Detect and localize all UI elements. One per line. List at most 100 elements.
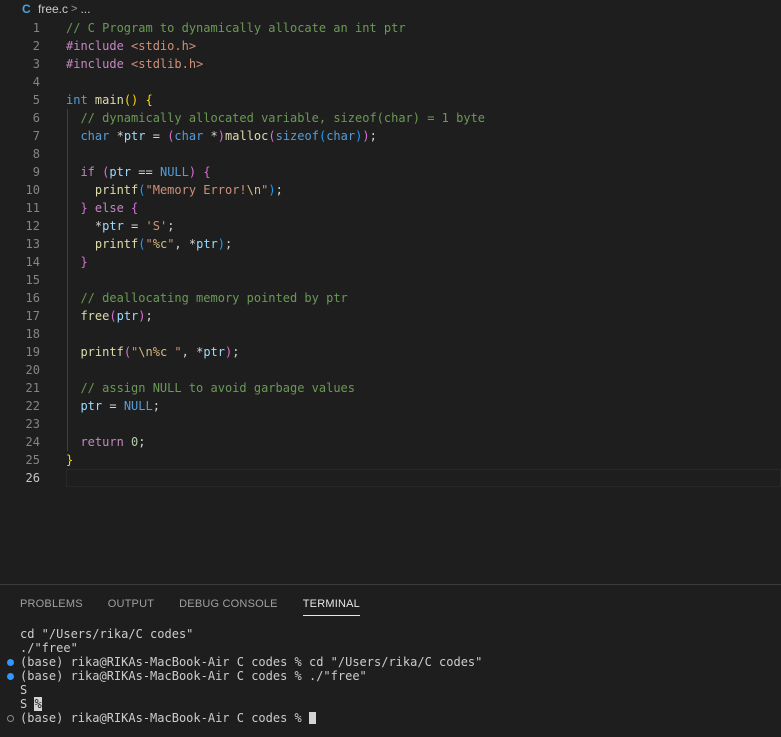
line-number: 13 <box>25 237 40 251</box>
command-pending-dot-icon[interactable] <box>7 715 14 722</box>
code-text: free(ptr); <box>66 307 152 325</box>
code-line[interactable]: 16 // deallocating memory pointed by ptr <box>0 289 781 307</box>
code-line[interactable]: 24 return 0; <box>0 433 781 451</box>
code-line[interactable]: 21 // assign NULL to avoid garbage value… <box>0 379 781 397</box>
code-token: } <box>66 453 74 467</box>
code-token: == <box>131 165 160 179</box>
code-token: ( <box>123 345 132 359</box>
code-editor[interactable]: 1 // C Program to dynamically allocate an… <box>0 19 781 584</box>
code-line[interactable]: 5 int main() { <box>0 91 781 109</box>
code-line[interactable]: 10 printf("Memory Error!\n"); <box>0 181 781 199</box>
code-token: * <box>210 129 218 143</box>
code-text: char *ptr = (char *)malloc(sizeof(char))… <box>66 127 376 145</box>
code-token: 'S' <box>145 219 168 233</box>
code-token: , * <box>174 237 197 251</box>
tab-output[interactable]: OUTPUT <box>108 595 154 615</box>
code-line[interactable]: 14 } <box>0 253 781 271</box>
code-token: ; <box>152 399 160 413</box>
code-text: printf("Memory Error!\n"); <box>66 181 283 199</box>
code-line[interactable]: 26 <box>0 469 781 487</box>
breadcrumb: C free.c > ... <box>0 0 781 18</box>
code-line[interactable]: 7 char *ptr = (char *)malloc(sizeof(char… <box>0 127 781 145</box>
code-token: = <box>145 129 168 143</box>
code-token: char <box>326 129 356 143</box>
line-number: 9 <box>32 165 40 179</box>
code-token: ptr <box>80 399 103 413</box>
code-line[interactable]: 4 <box>0 73 781 91</box>
command-success-dot-icon[interactable] <box>7 673 14 680</box>
line-number: 22 <box>25 399 40 413</box>
code-token: ; <box>167 219 175 233</box>
code-token: ptr <box>203 345 226 359</box>
tab-terminal[interactable]: TERMINAL <box>302 595 360 616</box>
code-token: int <box>66 93 95 107</box>
code-token: () { <box>123 93 153 107</box>
code-token: sizeof <box>275 129 319 143</box>
code-line[interactable]: 17 free(ptr); <box>0 307 781 325</box>
line-number: 24 <box>25 435 40 449</box>
breadcrumb-more[interactable]: ... <box>80 2 90 16</box>
terminal-text: S % <box>20 697 42 711</box>
line-number: 10 <box>25 183 40 197</box>
code-text: *ptr = 'S'; <box>66 217 175 235</box>
code-token: printf <box>94 183 139 197</box>
line-number: 14 <box>25 255 40 269</box>
code-line[interactable]: 18 <box>0 325 781 343</box>
code-text: // dynamically allocated variable, sizeo… <box>66 109 485 127</box>
code-line[interactable]: 9 if (ptr == NULL) { <box>0 163 781 181</box>
code-line[interactable]: 25} <box>0 451 781 469</box>
code-token: ptr <box>196 237 218 251</box>
terminal-cursor <box>308 712 316 724</box>
code-text: #include <stdio.h> <box>66 37 196 55</box>
code-line[interactable]: 2 #include <stdio.h> <box>0 37 781 55</box>
code-line[interactable]: 19 printf("\n%c ", *ptr); <box>0 343 781 361</box>
terminal-line: ./"free" <box>0 641 781 655</box>
code-token: // dynamically allocated variable, sizeo… <box>80 111 486 125</box>
partial-line-marker: % <box>34 697 42 711</box>
code-token: ) { <box>188 165 211 179</box>
line-number: 5 <box>32 93 40 107</box>
code-text: } <box>66 253 87 271</box>
tab-problems[interactable]: PROBLEMS <box>20 595 83 615</box>
code-token: " <box>145 237 153 251</box>
code-line[interactable]: 15 <box>0 271 781 289</box>
code-line[interactable]: 13 printf("%c", *ptr); <box>0 235 781 253</box>
line-number: 12 <box>25 219 40 233</box>
terminal-output: ./"free" <box>20 641 78 655</box>
code-line[interactable]: 22 ptr = NULL; <box>0 397 781 415</box>
code-line[interactable]: 8 <box>0 145 781 163</box>
code-token: ptr <box>123 129 146 143</box>
line-number: 6 <box>32 111 40 125</box>
code-line[interactable]: 23 <box>0 415 781 433</box>
code-token: ( <box>109 309 117 323</box>
command-success-dot-icon[interactable] <box>7 659 14 666</box>
code-text: } <box>66 451 73 469</box>
code-token: printf <box>80 345 124 359</box>
code-line[interactable]: 3 #include <stdlib.h> <box>0 55 781 73</box>
code-token: ) <box>217 129 226 143</box>
code-token: , * <box>181 345 204 359</box>
code-token: else <box>94 201 132 215</box>
tab-debug-console[interactable]: DEBUG CONSOLE <box>179 595 278 615</box>
terminal[interactable]: cd "/Users/rika/C codes" ./"free" (base) r… <box>0 627 781 725</box>
line-number: 20 <box>25 363 40 377</box>
terminal-text: (base) rika@RIKAs-MacBook-Air C codes % … <box>20 669 367 683</box>
code-line[interactable]: 1 // C Program to dynamically allocate an… <box>0 19 781 37</box>
line-number: 26 <box>25 471 40 485</box>
indent-guide <box>67 109 68 451</box>
code-line[interactable]: 12 *ptr = 'S'; <box>0 217 781 235</box>
code-line[interactable]: 6 // dynamically allocated variable, siz… <box>0 109 781 127</box>
breadcrumb-file[interactable]: free.c <box>38 2 68 16</box>
code-token: } <box>80 201 95 215</box>
code-token: %c <box>152 237 168 251</box>
code-token: ; <box>138 435 146 449</box>
code-line[interactable]: 11 } else { <box>0 199 781 217</box>
code-line[interactable]: 20 <box>0 361 781 379</box>
code-token: ptr <box>102 219 124 233</box>
line-number: 18 <box>25 327 40 341</box>
